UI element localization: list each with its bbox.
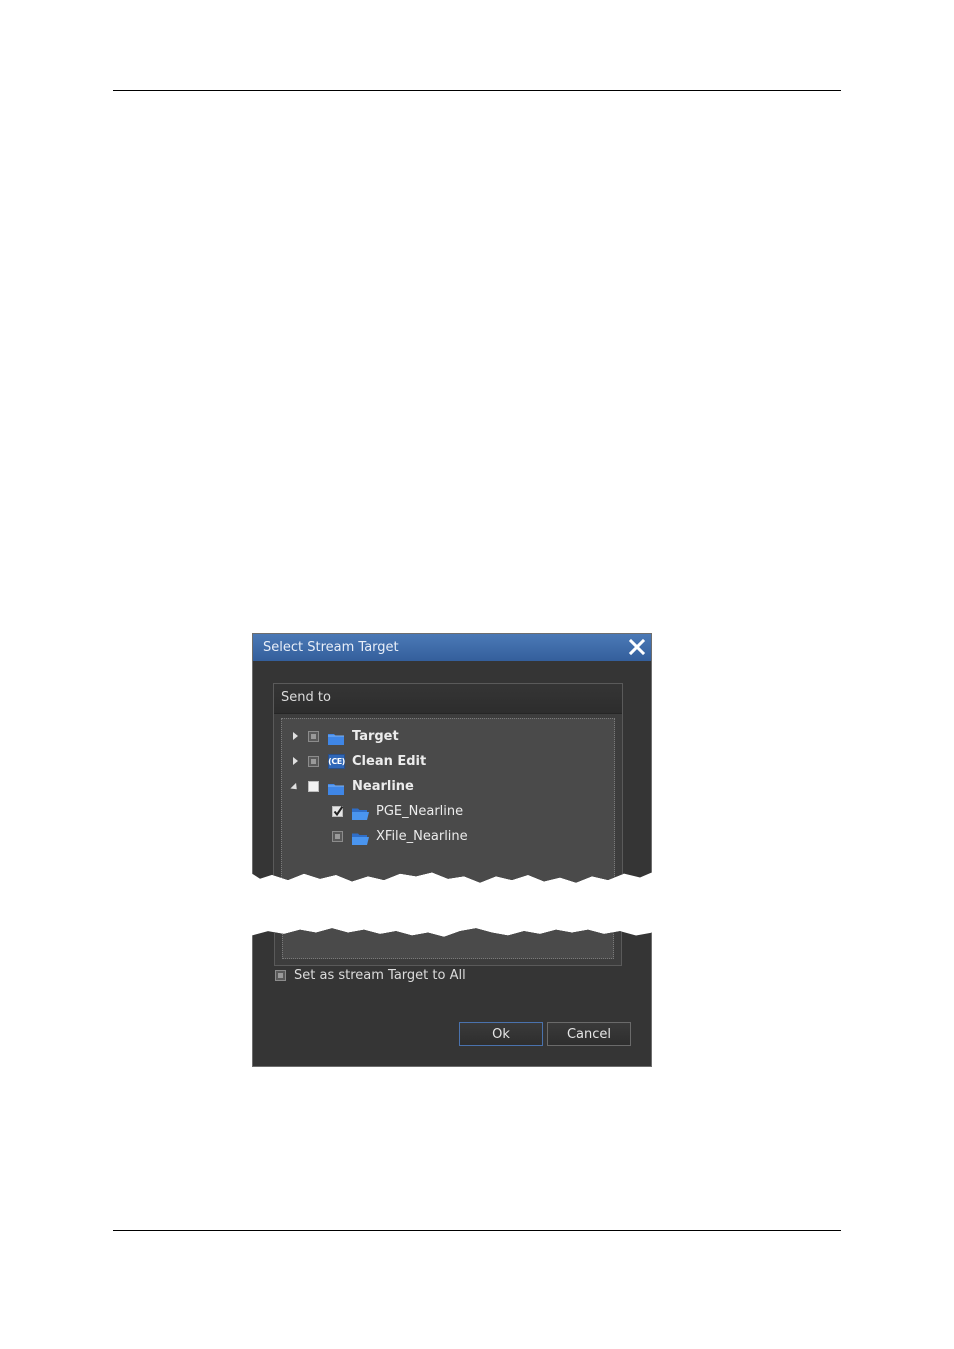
dialog-bottom-section: Set as stream Target to All Ok Cancel [252, 928, 652, 1067]
dialog-titlebar: Select Stream Target [253, 634, 651, 661]
tree-item-nearline[interactable]: Nearline [290, 775, 414, 797]
expand-arrow-icon[interactable] [290, 756, 300, 766]
footer-rule [113, 1230, 841, 1231]
tree-item-checkbox[interactable] [308, 730, 319, 742]
folder-icon [328, 780, 344, 795]
tree-item-checkbox[interactable] [308, 780, 319, 792]
tree-item-checkbox[interactable] [308, 755, 319, 767]
target-tree-bottom [282, 928, 614, 959]
ok-button[interactable]: Ok [459, 1022, 543, 1046]
tree-item-label: XFile_Nearline [376, 828, 468, 844]
set-all-option[interactable]: Set as stream Target to All [275, 968, 466, 983]
collapse-arrow-icon[interactable] [290, 781, 300, 792]
send-to-label: Send to [281, 690, 331, 705]
header-rule [113, 90, 841, 91]
tree-item-target[interactable]: Target [290, 725, 399, 747]
set-all-label: Set as stream Target to All [294, 968, 466, 983]
tree-item-checkbox[interactable] [332, 805, 344, 817]
tree-item-clean-edit[interactable]: (CE) Clean Edit [290, 750, 426, 772]
tree-item-label: Target [352, 728, 399, 744]
tree-item-label: PGE_Nearline [376, 803, 464, 819]
target-tree: Target (CE) Clean Edit Nearline PGE_Near… [281, 718, 615, 883]
open-folder-icon [352, 830, 369, 845]
open-folder-icon [352, 805, 369, 820]
send-to-panel-bottom [274, 928, 622, 966]
tree-item-xfile-nearline[interactable]: XFile_Nearline [332, 825, 468, 847]
dialog-title: Select Stream Target [263, 640, 399, 655]
close-icon[interactable] [628, 638, 646, 656]
clean-edit-icon: (CE) [328, 753, 345, 769]
tree-item-pge-nearline[interactable]: PGE_Nearline [332, 800, 463, 822]
send-to-panel: Send to Target (CE) Clean Edit Nearline … [273, 683, 623, 883]
expand-arrow-icon[interactable] [290, 731, 300, 741]
folder-icon [328, 730, 344, 745]
send-to-header: Send to [274, 684, 622, 714]
cancel-button[interactable]: Cancel [547, 1022, 631, 1046]
tree-item-label: Nearline [352, 778, 414, 794]
set-all-checkbox[interactable] [275, 970, 286, 981]
tree-item-checkbox[interactable] [332, 830, 343, 842]
select-stream-target-dialog: Select Stream Target Send to Target (CE)… [252, 633, 652, 883]
tree-item-label: Clean Edit [352, 753, 427, 769]
